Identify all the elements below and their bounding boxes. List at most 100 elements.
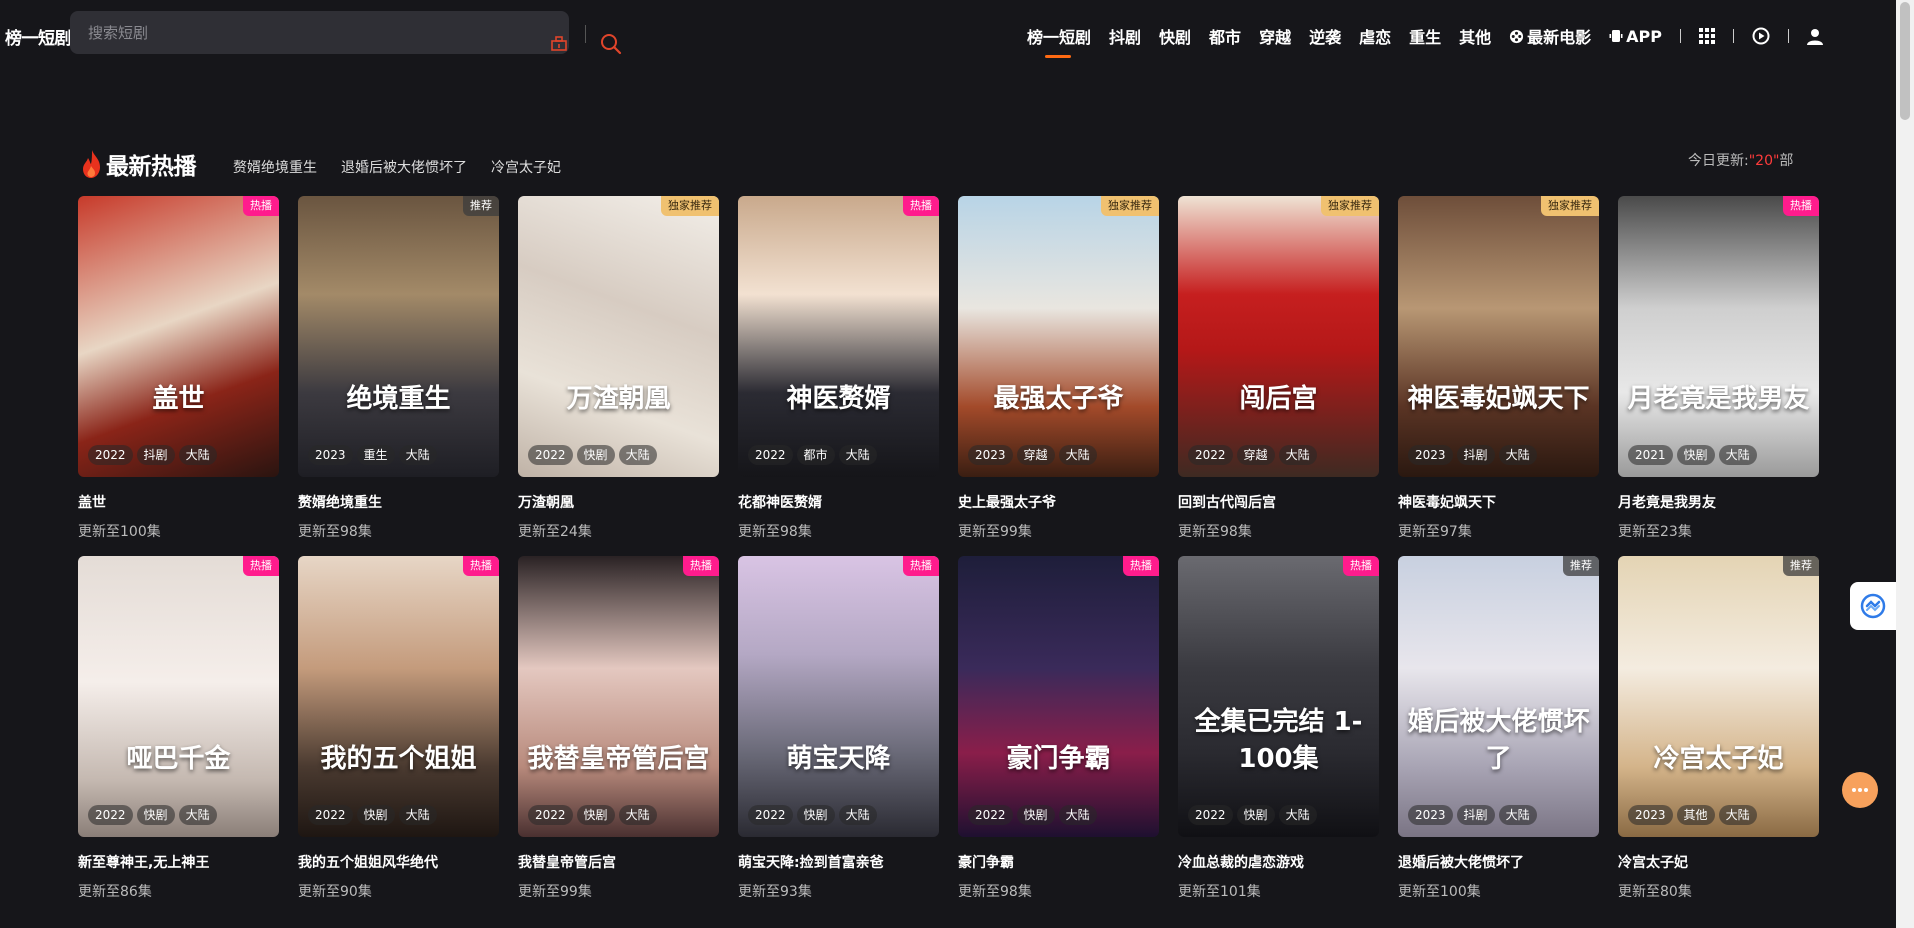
drama-poster[interactable]: 哑巴千金 热播 2022 快剧 大陆 xyxy=(78,556,279,837)
status-badge: 热播 xyxy=(463,556,499,576)
quick-link[interactable]: 冷宫太子妃 xyxy=(491,157,561,177)
poster-tags: 2022 都市 大陆 xyxy=(748,445,881,465)
quick-link[interactable]: 赘婿绝境重生 xyxy=(233,157,317,177)
poster-title-art: 哑巴千金 xyxy=(126,744,231,774)
hot-ranking-icon[interactable] xyxy=(550,35,568,51)
poster-title-art: 豪门争霸 xyxy=(1006,744,1111,774)
drama-title[interactable]: 我的五个姐姐风华绝代 xyxy=(298,852,499,872)
drama-title[interactable]: 豪门争霸 xyxy=(958,852,1159,872)
drama-card[interactable]: 婚后被大佬惯坏了 推荐 2023 抖剧 大陆 退婚后被大佬惯坏了 更新至100集 xyxy=(1398,556,1599,901)
drama-card[interactable]: 我的五个姐姐 热播 2022 快剧 大陆我的五个姐姐风华绝代更新至90集 xyxy=(298,556,499,901)
drama-poster[interactable]: 最强太子爷 独家推荐 2023 穿越 大陆 xyxy=(958,196,1159,477)
poster-tags: 2022 快剧 大陆 xyxy=(528,805,661,825)
today-count: "20" xyxy=(1748,153,1780,169)
drama-card[interactable]: 我替皇帝管后宫 热播 2022 快剧 大陆 我替皇帝管后宫 更新至99集 xyxy=(518,556,719,901)
drama-card[interactable]: 月老竟是我男友 热播 2021 快剧 大陆 月老竟是我男友 更新至23集 xyxy=(1618,196,1819,541)
drama-poster[interactable]: 神医毒妃飒天下 独家推荐 2023 抖剧 大陆 xyxy=(1398,196,1599,477)
tag-platform: 快剧 xyxy=(136,805,175,825)
fire-icon xyxy=(83,150,100,178)
drama-poster[interactable]: 婚后被大佬惯坏了 推荐 2023 抖剧 大陆 xyxy=(1398,556,1599,837)
search-input[interactable] xyxy=(70,11,460,54)
episode-update: 更新至90集 xyxy=(298,884,372,900)
tag-region: 大陆 xyxy=(178,805,217,825)
poster-tags: 2023 抖剧 大陆 xyxy=(1408,805,1541,825)
drama-title[interactable]: 盖世 xyxy=(78,492,279,512)
nav-item-qita[interactable]: 其他 xyxy=(1459,24,1491,48)
drama-card[interactable]: 哑巴千金 热播 2022 快剧 大陆 新至尊神王,无上神王 更新至86集 xyxy=(78,556,279,901)
drama-title[interactable]: 神医毒妃飒天下 xyxy=(1398,492,1599,512)
drama-card[interactable]: 闯后宫 独家推荐 2022 穿越 大陆回到古代闯后宫更新至98集 xyxy=(1178,196,1379,541)
drama-title[interactable]: 我替皇帝管后宫 xyxy=(518,852,719,872)
nav-item-kuaiju[interactable]: 快剧 xyxy=(1159,24,1191,48)
tag-year: 2022 xyxy=(748,445,793,465)
drama-poster[interactable]: 萌宝天降 热播 2022 快剧 大陆 xyxy=(738,556,939,837)
floating-helper-button[interactable] xyxy=(1850,582,1896,630)
tag-platform: 都市 xyxy=(796,445,835,465)
scrollbar[interactable] xyxy=(1896,0,1914,928)
today-unit: 部 xyxy=(1779,153,1794,169)
nav-item-app[interactable]: APP xyxy=(1609,27,1662,46)
poster-tags: 2023 其他 大陆 xyxy=(1628,805,1761,825)
drama-poster[interactable]: 闯后宫 独家推荐 2022 穿越 大陆 xyxy=(1178,196,1379,477)
drama-title[interactable]: 萌宝天降:捡到首富亲爸 xyxy=(738,852,939,872)
poster-artwork xyxy=(518,196,719,477)
drama-card[interactable]: 最强太子爷 独家推荐 2023 穿越 大陆 史上最强太子爷 更新至99集 xyxy=(958,196,1159,541)
nav-item-nuelian[interactable]: 虐恋 xyxy=(1359,24,1391,48)
drama-card[interactable]: 萌宝天降 热播 2022 快剧 大陆 萌宝天降:捡到首富亲爸 更新至93集 xyxy=(738,556,939,901)
drama-card[interactable]: 神医赘婿 热播 2022 都市 大陆花都神医赘婿更新至98集 xyxy=(738,196,939,541)
status-badge: 独家推荐 xyxy=(1541,196,1599,216)
poster-title-art: 我替皇帝管后宫 xyxy=(527,744,710,774)
nav-item-dushi[interactable]: 都市 xyxy=(1209,24,1241,48)
tag-year: 2022 xyxy=(1188,445,1233,465)
nav-item-chuanyue[interactable]: 穿越 xyxy=(1259,24,1291,48)
status-badge: 热播 xyxy=(1343,556,1379,576)
drama-title[interactable]: 回到古代闯后宫 xyxy=(1178,492,1379,512)
drama-title[interactable]: 万渣朝凰 xyxy=(518,492,719,512)
nav-divider xyxy=(1788,29,1789,43)
drama-card[interactable]: 神医毒妃飒天下 独家推荐 2023 抖剧 大陆 神医毒妃飒天下 更新至97集 xyxy=(1398,196,1599,541)
poster-artwork xyxy=(298,556,499,837)
drama-title[interactable]: 新至尊神王,无上神王 xyxy=(78,852,279,872)
drama-card[interactable]: 冷宫太子妃 推荐 2023 其他 大陆 冷宫太子妃 更新至80集 xyxy=(1618,556,1819,901)
drama-poster[interactable]: 我替皇帝管后宫 热播 2022 快剧 大陆 xyxy=(518,556,719,837)
drama-title[interactable]: 史上最强太子爷 xyxy=(958,492,1159,512)
quick-link[interactable]: 退婚后被大佬惯坏了 xyxy=(341,157,467,177)
nav-item-movies[interactable]: 最新电影 xyxy=(1509,24,1591,48)
drama-title[interactable]: 月老竟是我男友 xyxy=(1618,492,1819,512)
drama-title[interactable]: 冷宫太子妃 xyxy=(1618,852,1819,872)
drama-poster[interactable]: 绝境重生 推荐 2023 重生 大陆 xyxy=(298,196,499,477)
drama-poster[interactable]: 盖世 热播 2022 抖剧 大陆 xyxy=(78,196,279,477)
apps-grid-button[interactable] xyxy=(1699,28,1715,44)
drama-poster[interactable]: 月老竟是我男友 热播 2021 快剧 大陆 xyxy=(1618,196,1819,477)
drama-card[interactable]: 盖世 热播 2022 抖剧 大陆 盖世 更新至100集 xyxy=(78,196,279,541)
drama-card[interactable]: 万渣朝凰 独家推荐 2022 快剧 大陆 万渣朝凰 更新至24集 xyxy=(518,196,719,541)
drama-title[interactable]: 冷血总裁的虐恋游戏 xyxy=(1178,852,1379,872)
drama-poster[interactable]: 我的五个姐姐 热播 2022 快剧 大陆 xyxy=(298,556,499,837)
drama-card[interactable]: 绝境重生 推荐 2023 重生 大陆 赘婿绝境重生 更新至98集 xyxy=(298,196,499,541)
episode-update: 更新至98集 xyxy=(738,524,812,540)
drama-card[interactable]: 豪门争霸 热播 2022 快剧 大陆 豪门争霸 更新至98集 xyxy=(958,556,1159,901)
poster-artwork xyxy=(958,196,1159,477)
search-icon[interactable] xyxy=(600,33,622,55)
tag-year: 2021 xyxy=(1628,445,1673,465)
nav-item-chongsheng[interactable]: 重生 xyxy=(1409,24,1441,48)
drama-card[interactable]: 全集已完结 1-100集 热播 2022 快剧 大陆 冷血总裁的虐恋游戏 更新至101集 xyxy=(1178,556,1379,901)
play-history-button[interactable] xyxy=(1752,27,1770,45)
user-account-button[interactable] xyxy=(1807,28,1823,45)
drama-poster[interactable]: 神医赘婿 热播 2022 都市 大陆 xyxy=(738,196,939,477)
drama-poster[interactable]: 万渣朝凰 独家推荐 2022 快剧 大陆 xyxy=(518,196,719,477)
status-badge: 推荐 xyxy=(1783,556,1819,576)
drama-title[interactable]: 花都神医赘婿 xyxy=(738,492,939,512)
drama-title[interactable]: 退婚后被大佬惯坏了 xyxy=(1398,852,1599,872)
drama-poster[interactable]: 豪门争霸 热播 2022 快剧 大陆 xyxy=(958,556,1159,837)
site-logo[interactable]: 榜一短剧 xyxy=(5,24,72,49)
nav-item-home[interactable]: 榜一短剧 xyxy=(1027,24,1091,58)
drama-poster[interactable]: 冷宫太子妃 推荐 2023 其他 大陆 xyxy=(1618,556,1819,837)
episode-update: 更新至98集 xyxy=(1178,524,1252,540)
nav-item-douju[interactable]: 抖剧 xyxy=(1109,24,1141,48)
nav-item-nixi[interactable]: 逆袭 xyxy=(1309,24,1341,48)
more-options-button[interactable] xyxy=(1842,772,1878,808)
drama-poster[interactable]: 全集已完结 1-100集 热播 2022 快剧 大陆 xyxy=(1178,556,1379,837)
scrollbar-thumb[interactable] xyxy=(1900,2,1910,120)
drama-title[interactable]: 赘婿绝境重生 xyxy=(298,492,499,512)
